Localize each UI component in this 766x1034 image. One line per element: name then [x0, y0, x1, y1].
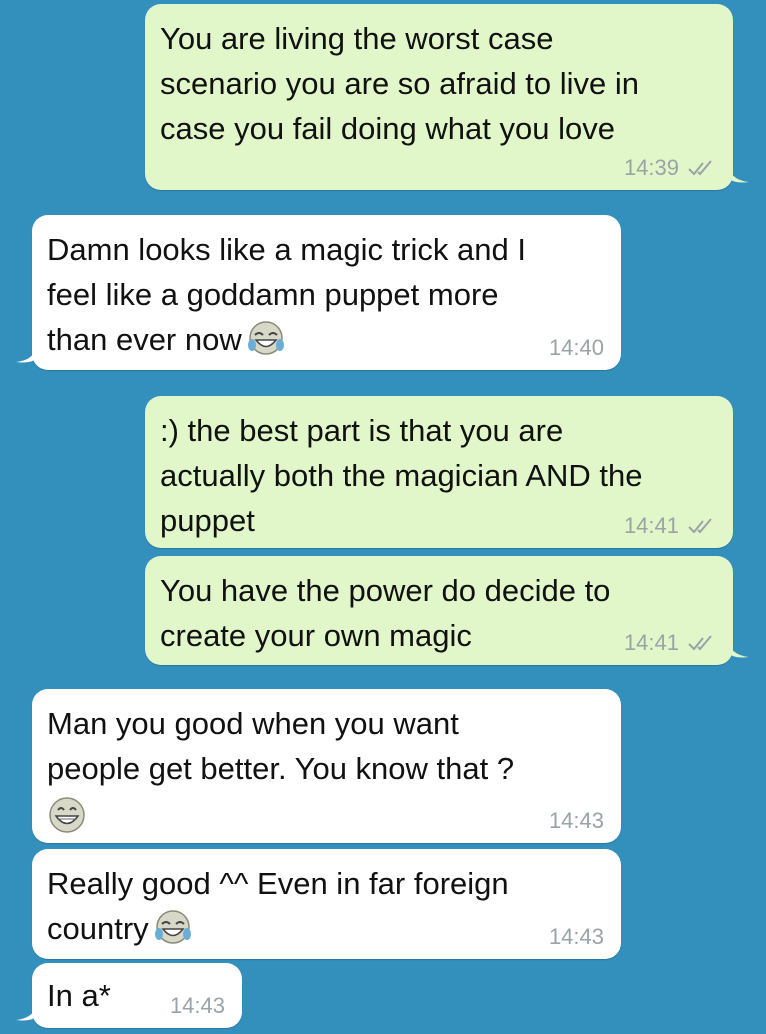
grinning-emoji-icon	[49, 797, 85, 833]
tears-of-joy-emoji-icon	[247, 321, 284, 355]
message-text: Man you good when you want people get be…	[47, 706, 515, 786]
message-meta: 14:43	[170, 994, 225, 1018]
message-meta: 14:41	[624, 514, 717, 538]
message-timestamp: 14:41	[623, 630, 679, 655]
message-bubble-incoming[interactable]: Man you good when you want people get be…	[32, 689, 621, 843]
message-bubble-outgoing[interactable]: :) the best part is that you are actuall…	[145, 396, 733, 548]
bubble-tail	[727, 637, 749, 658]
emoji-line	[47, 793, 605, 837]
message-text: Really good ^^ Even in far foreign count…	[47, 866, 509, 946]
message-meta: 14:41	[624, 631, 717, 655]
message-timestamp: 14:41	[623, 513, 679, 538]
message-meta: 14:43	[549, 809, 604, 833]
message-meta: 14:40	[549, 336, 604, 360]
message-timestamp: 14:40	[548, 335, 604, 360]
bubble-tail	[16, 342, 38, 363]
message-timestamp: 14:39	[623, 155, 679, 180]
message-meta: 14:39	[624, 156, 717, 180]
message-text: You are living the worst case scenario y…	[160, 21, 640, 146]
message-bubble-incoming[interactable]: In a* 14:43	[16, 963, 242, 1028]
bubble-tail	[16, 1000, 38, 1021]
message-timestamp: 14:43	[548, 808, 604, 833]
message-bubble-incoming[interactable]: Damn looks like a magic trick and I feel…	[16, 215, 621, 370]
bubble-tail	[727, 162, 749, 183]
message-timestamp: 14:43	[169, 993, 225, 1018]
message-bubble-outgoing[interactable]: You are living the worst case scenario y…	[145, 4, 749, 190]
message-timestamp: 14:43	[548, 924, 604, 949]
message-bubble-incoming[interactable]: Really good ^^ Even in far foreign count…	[32, 849, 621, 959]
double-check-icon	[688, 160, 712, 176]
message-text: Damn looks like a magic trick and I feel…	[47, 232, 526, 357]
double-check-icon	[688, 518, 712, 534]
double-check-icon	[688, 635, 712, 651]
tears-of-joy-emoji-icon	[154, 910, 191, 944]
message-bubble-outgoing[interactable]: You have the power do decide to create y…	[145, 556, 749, 665]
message-meta: 14:43	[549, 925, 604, 949]
